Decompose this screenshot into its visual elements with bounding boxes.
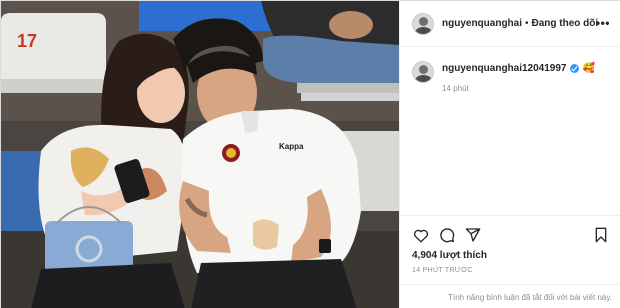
likes-count[interactable]: 4,904 lượt thích bbox=[412, 250, 487, 261]
comments-disabled-notice: Tính năng bình luận đã tắt đối với bài v… bbox=[400, 284, 620, 308]
instagram-post: 17 Kappa nguyenquanghai • Đang theo dõi … bbox=[0, 0, 620, 308]
post-side-panel: nguyenquanghai • Đang theo dõi ••• nguye… bbox=[399, 1, 620, 308]
caption-username[interactable]: nguyenquanghai12041997 bbox=[442, 63, 567, 74]
paper-plane-icon[interactable] bbox=[464, 226, 482, 244]
caption-time: 14 phút bbox=[442, 84, 469, 93]
post-actions-section: 4,904 lượt thích 14 PHÚT TRƯỚC Tính năng… bbox=[400, 215, 620, 308]
post-timestamp[interactable]: 14 PHÚT TRƯỚC bbox=[412, 267, 473, 274]
verified-badge-icon bbox=[569, 64, 579, 73]
more-options-icon[interactable]: ••• bbox=[596, 16, 610, 30]
avatar[interactable] bbox=[412, 12, 434, 35]
photo-illustration: 17 Kappa bbox=[1, 1, 399, 308]
heart-icon[interactable] bbox=[412, 226, 430, 244]
post-photo[interactable]: 17 Kappa bbox=[1, 1, 399, 308]
follow-status-button[interactable]: Đang theo dõi bbox=[532, 18, 599, 29]
action-bar bbox=[412, 226, 610, 244]
comment-icon[interactable] bbox=[438, 226, 456, 244]
caption-emoji: 🥰 bbox=[582, 62, 595, 74]
shirt-brand: Kappa bbox=[279, 142, 304, 151]
seat-number: 17 bbox=[17, 31, 37, 51]
post-header: nguyenquanghai • Đang theo dõi ••• bbox=[400, 1, 620, 47]
header-separator: • bbox=[525, 18, 529, 29]
header-username[interactable]: nguyenquanghai bbox=[442, 18, 522, 29]
caption-avatar[interactable] bbox=[412, 61, 434, 83]
post-caption: nguyenquanghai12041997 🥰 14 phút bbox=[412, 61, 612, 93]
bookmark-icon[interactable] bbox=[592, 226, 610, 244]
caption-body: nguyenquanghai12041997 🥰 14 phút bbox=[442, 63, 595, 93]
caption-line: nguyenquanghai12041997 🥰 bbox=[442, 63, 595, 74]
